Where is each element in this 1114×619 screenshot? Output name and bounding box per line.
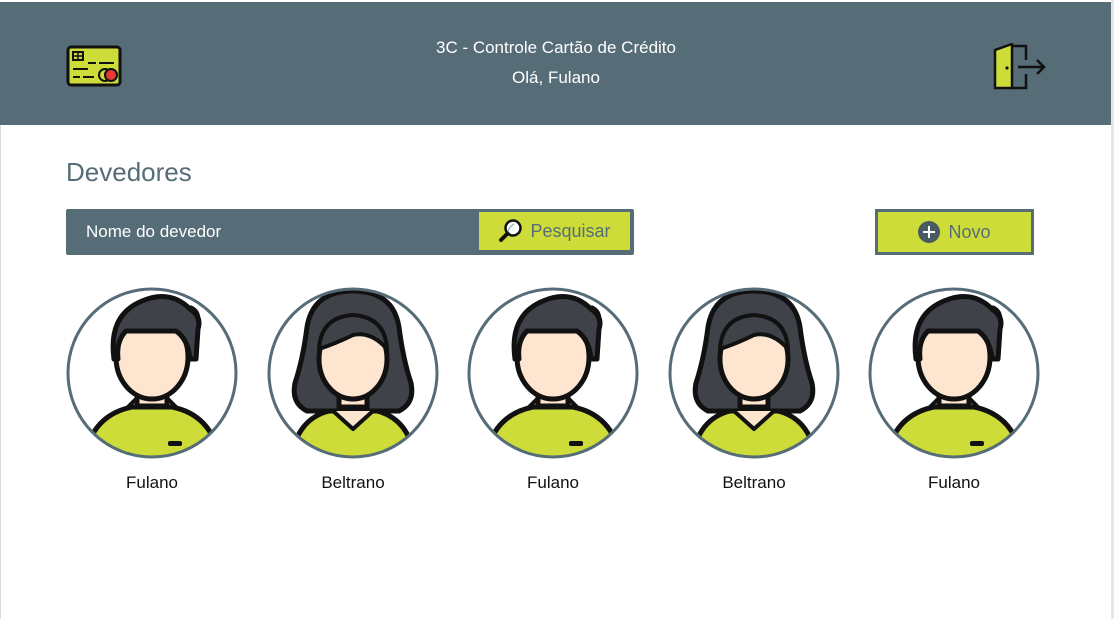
search-button[interactable]: Pesquisar (477, 210, 632, 252)
user-greeting: Olá, Fulano (512, 68, 600, 87)
female-avatar-icon (668, 287, 840, 459)
female-avatar-icon (267, 287, 439, 459)
male-avatar-icon (467, 287, 639, 459)
debtor-card[interactable]: Fulano (868, 287, 1040, 493)
search-bar: Pesquisar (66, 209, 634, 255)
app-header: 3C - Controle Cartão de Crédito Olá, Ful… (0, 2, 1111, 125)
debtor-name: Fulano (928, 473, 980, 492)
debtor-card[interactable]: Beltrano (267, 287, 439, 493)
new-button-label: Novo (948, 221, 991, 242)
credit-card-icon (66, 45, 122, 87)
page-title: Devedores (66, 157, 192, 187)
debtor-card[interactable]: Fulano (66, 287, 238, 493)
search-button-label: Pesquisar (530, 220, 611, 241)
app-title: 3C - Controle Cartão de Crédito (435, 38, 676, 57)
male-avatar-icon (66, 287, 238, 459)
window-left-border (0, 125, 1, 619)
male-avatar-icon (868, 287, 1040, 459)
debtor-name: Fulano (527, 473, 579, 492)
debtor-card[interactable]: Fulano (467, 287, 639, 493)
debtor-name: Fulano (126, 473, 178, 492)
debtor-name: Beltrano (722, 473, 786, 492)
magnifier-icon (499, 219, 523, 242)
plus-circle-icon (918, 221, 941, 243)
logout-door-icon[interactable] (990, 42, 1048, 92)
debtor-name: Beltrano (321, 473, 385, 492)
search-input[interactable] (66, 209, 486, 255)
debtor-card[interactable]: Beltrano (668, 287, 840, 493)
new-debtor-button[interactable]: Novo (875, 209, 1034, 255)
